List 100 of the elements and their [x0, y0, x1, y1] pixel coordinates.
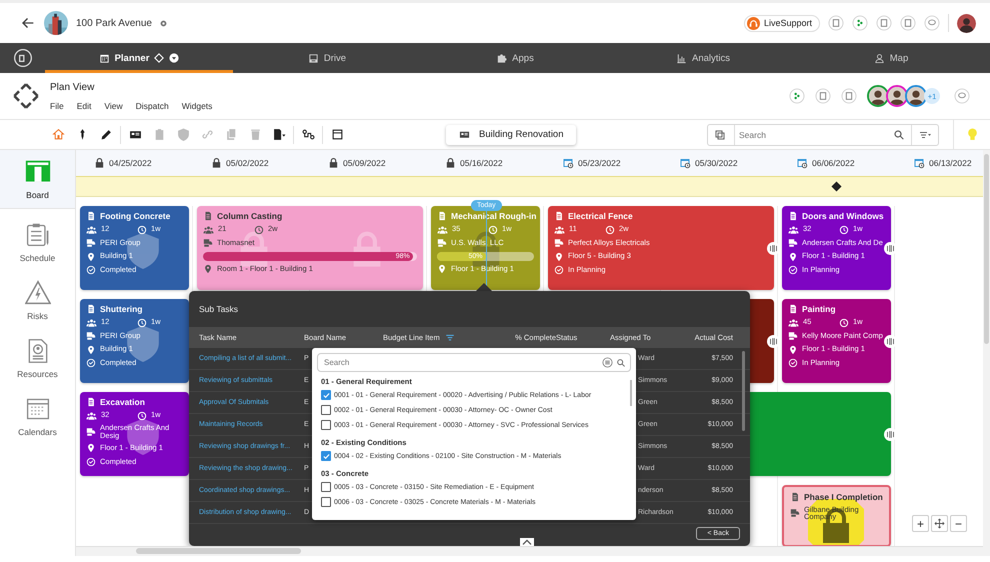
- company-icon: [788, 331, 798, 341]
- panel-icon[interactable]: [330, 128, 344, 141]
- nav-tab[interactable]: Apps: [421, 43, 609, 73]
- caret-up-icon[interactable]: [520, 538, 534, 546]
- clock-icon: [137, 224, 147, 234]
- sidebar-item[interactable]: Resources: [0, 329, 75, 387]
- export-icon[interactable]: [876, 15, 892, 31]
- pencil-icon[interactable]: [100, 128, 112, 141]
- checkbox[interactable]: [321, 497, 331, 507]
- filter-icon[interactable]: [444, 333, 455, 342]
- resize-handle[interactable]: [884, 335, 897, 348]
- menu-item[interactable]: Edit: [76, 100, 92, 110]
- apps-dots-icon[interactable]: [852, 15, 868, 31]
- card-icon: [458, 129, 471, 140]
- zoom-in-button[interactable]: +: [912, 515, 929, 532]
- card-title: Footing Concrete: [100, 211, 170, 221]
- pan-button[interactable]: [931, 515, 948, 532]
- nav-tab[interactable]: Map: [797, 43, 985, 73]
- schedule-icon: [24, 222, 50, 248]
- company-icon: [790, 508, 800, 518]
- clock-icon: [605, 224, 615, 234]
- company-icon: [86, 426, 96, 437]
- scroll-bar[interactable]: [742, 351, 745, 431]
- text-icon[interactable]: [900, 15, 916, 31]
- plan-logo-icon: [12, 82, 40, 110]
- company-icon: [86, 238, 96, 248]
- pin-icon: [86, 443, 96, 454]
- apps-dots-icon[interactable]: [789, 88, 805, 104]
- project-title: 100 Park Avenue: [76, 18, 152, 28]
- sidebar-item[interactable]: Schedule: [0, 213, 75, 271]
- week-date: 04/25/2022: [109, 158, 152, 168]
- document-dropdown-icon[interactable]: [272, 128, 286, 141]
- scroll-bar[interactable]: [630, 380, 632, 406]
- text-icon[interactable]: [841, 88, 857, 104]
- checkbox[interactable]: [321, 451, 331, 461]
- route-icon[interactable]: [302, 128, 314, 141]
- week-date: 05/23/2022: [578, 158, 621, 168]
- collaborator-avatar[interactable]: [905, 85, 927, 107]
- nav-tab[interactable]: Planner: [45, 43, 233, 73]
- resize-handle[interactable]: [767, 242, 780, 255]
- nav-tab[interactable]: Analytics: [609, 43, 797, 73]
- collaborator-avatar[interactable]: [867, 85, 889, 107]
- people-icon: [788, 318, 799, 328]
- person-icon: [874, 52, 885, 64]
- menu-item[interactable]: Widgets: [182, 100, 212, 110]
- menu-item[interactable]: View: [104, 100, 123, 110]
- app-logo-icon[interactable]: [12, 48, 32, 68]
- resize-handle[interactable]: [884, 242, 897, 255]
- collaborator-avatar[interactable]: [886, 85, 908, 107]
- resize-handle[interactable]: [767, 335, 780, 348]
- clock-icon: [137, 410, 147, 420]
- resize-handle[interactable]: [884, 428, 897, 441]
- chat-icon[interactable]: [954, 88, 970, 104]
- back-arrow-icon[interactable]: [20, 15, 36, 31]
- document-icon: [437, 211, 447, 221]
- sidebar-item[interactable]: Calendars: [0, 387, 75, 445]
- clock-icon: [137, 318, 147, 328]
- week-date: 06/13/2022: [929, 158, 972, 168]
- checkbox[interactable]: [321, 390, 331, 400]
- list-icon[interactable]: [602, 357, 613, 368]
- checkbox[interactable]: [321, 482, 331, 492]
- zoom-out-button[interactable]: −: [950, 515, 967, 532]
- company-icon: [554, 238, 564, 248]
- scroll-bar[interactable]: [76, 546, 983, 556]
- people-icon: [554, 224, 565, 234]
- notes-icon[interactable]: [828, 15, 844, 31]
- search-bar[interactable]: Search: [707, 124, 939, 146]
- checkbox[interactable]: [321, 420, 331, 430]
- user-avatar[interactable]: [957, 14, 976, 32]
- pin-icon: [788, 344, 798, 354]
- menu-item[interactable]: File: [50, 100, 64, 110]
- checkbox[interactable]: [321, 405, 331, 415]
- filter-search-field[interactable]: Search: [322, 357, 599, 368]
- week-date: 05/30/2022: [695, 158, 738, 168]
- settings-icon[interactable]: [160, 20, 167, 26]
- card-title: Electrical Fence: [568, 211, 633, 221]
- home-icon[interactable]: [52, 128, 64, 141]
- scroll-bar[interactable]: [983, 150, 990, 556]
- sidebar-item[interactable]: Board: [0, 150, 75, 209]
- document-icon: [554, 211, 564, 221]
- filter-search-bar[interactable]: Search: [317, 353, 631, 372]
- search-field[interactable]: Search: [735, 130, 893, 140]
- pin-icon: [86, 252, 96, 262]
- chat-icon[interactable]: [924, 15, 940, 31]
- warning-icon: [24, 280, 50, 306]
- export-icon[interactable]: [815, 88, 831, 104]
- menu-item[interactable]: Dispatch: [136, 100, 169, 110]
- dropdown-icon[interactable]: [169, 53, 180, 63]
- pin-icon: [437, 264, 447, 274]
- people-icon: [437, 224, 448, 234]
- nav-tab[interactable]: Drive: [233, 43, 421, 73]
- people-icon: [86, 410, 97, 420]
- live-support-button[interactable]: LiveSupport: [744, 14, 820, 32]
- board-selector[interactable]: Building Renovation: [446, 124, 576, 144]
- bar-chart-icon: [676, 52, 687, 64]
- document-icon: [788, 304, 798, 314]
- calendar-icon: [24, 396, 50, 422]
- sidebar-item[interactable]: Risks: [0, 271, 75, 329]
- document-icon: [86, 397, 96, 407]
- calendar-icon: [98, 52, 110, 64]
